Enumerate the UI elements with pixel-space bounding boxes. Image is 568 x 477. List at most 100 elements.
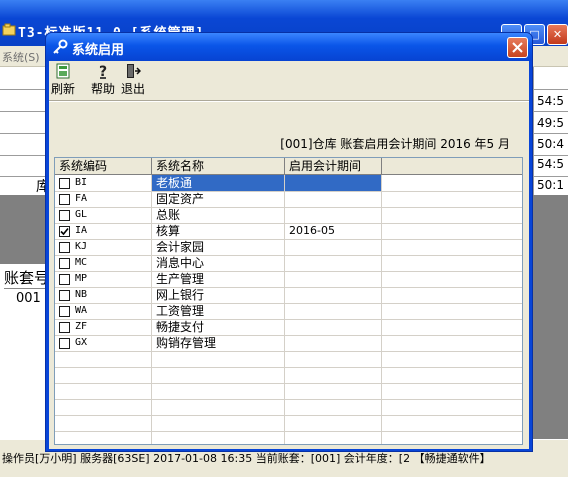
enable-period-cell[interactable] bbox=[285, 287, 382, 304]
system-code-cell[interactable]: WA bbox=[55, 303, 152, 320]
checkbox[interactable] bbox=[59, 178, 70, 189]
column-header-name[interactable]: 系统名称 bbox=[152, 158, 285, 175]
checked-checkbox[interactable] bbox=[59, 226, 70, 237]
system-code-cell[interactable]: MC bbox=[55, 255, 152, 272]
system-code: NB bbox=[75, 289, 88, 300]
system-code: GL bbox=[75, 209, 88, 220]
table-row[interactable]: IA 核算 2016-05 bbox=[55, 223, 522, 240]
empty-row bbox=[55, 399, 522, 416]
system-code: IA bbox=[75, 225, 88, 236]
time-cell: 54:5 bbox=[537, 157, 564, 171]
empty-cell bbox=[55, 351, 152, 368]
blank-cell bbox=[382, 319, 522, 336]
blank-cell bbox=[382, 223, 522, 240]
system-name-cell[interactable]: 老板通 bbox=[152, 175, 285, 192]
empty-cell bbox=[152, 399, 285, 416]
table-row[interactable]: MC 消息中心 bbox=[55, 255, 522, 272]
enable-period-cell[interactable]: 2016-05 bbox=[285, 223, 382, 240]
system-code-cell[interactable]: BI bbox=[55, 175, 152, 192]
exit-icon bbox=[127, 64, 141, 78]
background-close-button[interactable]: ✕ bbox=[547, 24, 568, 45]
system-name: 网上银行 bbox=[156, 288, 205, 302]
system-code-cell[interactable]: GX bbox=[55, 335, 152, 352]
empty-cell bbox=[55, 415, 152, 432]
system-name-cell[interactable]: 购销存管理 bbox=[152, 335, 285, 352]
system-name-cell[interactable]: 固定资产 bbox=[152, 191, 285, 208]
table-row[interactable]: GX 购销存管理 bbox=[55, 335, 522, 352]
checkbox[interactable] bbox=[59, 290, 70, 301]
table-row[interactable]: KJ 会计家园 bbox=[55, 239, 522, 256]
empty-cell bbox=[152, 415, 285, 432]
menu-system[interactable]: 系统(S) bbox=[2, 49, 40, 65]
system-name: 消息中心 bbox=[156, 256, 205, 270]
blank-cell bbox=[382, 207, 522, 224]
empty-cell bbox=[55, 367, 152, 384]
empty-cell bbox=[55, 399, 152, 416]
system-code-cell[interactable]: MP bbox=[55, 271, 152, 288]
checkbox[interactable] bbox=[59, 194, 70, 205]
dialog-title: 系统启用 bbox=[72, 43, 125, 58]
system-code-cell[interactable]: KJ bbox=[55, 239, 152, 256]
checkbox[interactable] bbox=[59, 210, 70, 221]
table-row[interactable]: WA 工资管理 bbox=[55, 303, 522, 320]
enable-period-cell[interactable] bbox=[285, 175, 382, 192]
empty-cell bbox=[285, 399, 382, 416]
table-row[interactable]: NB 网上银行 bbox=[55, 287, 522, 304]
checkbox[interactable] bbox=[59, 322, 70, 333]
enable-period-cell[interactable] bbox=[285, 319, 382, 336]
table-row[interactable]: BI 老板通 bbox=[55, 175, 522, 192]
enable-period-cell[interactable] bbox=[285, 207, 382, 224]
system-name-cell[interactable]: 畅捷支付 bbox=[152, 319, 285, 336]
checkbox[interactable] bbox=[59, 306, 70, 317]
table-row[interactable]: FA 固定资产 bbox=[55, 191, 522, 208]
system-name-cell[interactable]: 核算 bbox=[152, 223, 285, 240]
exit-button[interactable]: 退出 bbox=[121, 63, 145, 97]
system-code-cell[interactable]: FA bbox=[55, 191, 152, 208]
system-name: 核算 bbox=[156, 224, 181, 238]
system-code-cell[interactable]: NB bbox=[55, 287, 152, 304]
dialog-title-bar[interactable]: 系统启用 bbox=[46, 33, 532, 61]
table-row[interactable]: GL 总账 bbox=[55, 207, 522, 224]
table-row[interactable]: ZF 畅捷支付 bbox=[55, 319, 522, 336]
system-code-cell[interactable]: IA bbox=[55, 223, 152, 240]
empty-cell bbox=[382, 415, 522, 432]
enable-period-cell[interactable] bbox=[285, 303, 382, 320]
checkbox[interactable] bbox=[59, 258, 70, 269]
system-name-cell[interactable]: 总账 bbox=[152, 207, 285, 224]
empty-cell bbox=[152, 367, 285, 384]
refresh-button[interactable]: 刷新 bbox=[51, 63, 75, 97]
system-name-cell[interactable]: 生产管理 bbox=[152, 271, 285, 288]
checkbox[interactable] bbox=[59, 242, 70, 253]
system-name-cell[interactable]: 消息中心 bbox=[152, 255, 285, 272]
empty-row bbox=[55, 351, 522, 368]
empty-cell bbox=[152, 383, 285, 400]
system-name-cell[interactable]: 工资管理 bbox=[152, 303, 285, 320]
empty-cell bbox=[382, 431, 522, 444]
help-button[interactable]: ? 帮助 bbox=[91, 63, 115, 97]
enable-period-cell[interactable] bbox=[285, 255, 382, 272]
column-header-period[interactable]: 启用会计期间 bbox=[285, 158, 382, 175]
checkbox[interactable] bbox=[59, 274, 70, 285]
checkbox[interactable] bbox=[59, 338, 70, 349]
empty-cell bbox=[285, 351, 382, 368]
blank-cell bbox=[382, 239, 522, 256]
column-header-code[interactable]: 系统编码 bbox=[55, 158, 152, 175]
enable-period-cell[interactable] bbox=[285, 271, 382, 288]
system-name-cell[interactable]: 会计家园 bbox=[152, 239, 285, 256]
system-enable-dialog: 系统启用 刷新 ? 帮助 退出 [001]仓库 账套启用会计期间 2016 年5… bbox=[45, 32, 533, 452]
system-code-cell[interactable]: GL bbox=[55, 207, 152, 224]
dialog-close-button[interactable] bbox=[507, 37, 528, 58]
table-row[interactable]: MP 生产管理 bbox=[55, 271, 522, 288]
enable-period-cell[interactable] bbox=[285, 335, 382, 352]
blank-cell bbox=[382, 271, 522, 288]
enable-period-cell[interactable] bbox=[285, 239, 382, 256]
enable-period: 2016-05 bbox=[289, 224, 335, 237]
account-panel-value: 001 bbox=[16, 291, 41, 306]
empty-cell bbox=[382, 383, 522, 400]
empty-row bbox=[55, 415, 522, 432]
system-code-cell[interactable]: ZF bbox=[55, 319, 152, 336]
enable-period-cell[interactable] bbox=[285, 191, 382, 208]
help-icon: ? bbox=[99, 64, 107, 79]
system-name-cell[interactable]: 网上银行 bbox=[152, 287, 285, 304]
time-cell: 50:1 bbox=[537, 178, 564, 192]
